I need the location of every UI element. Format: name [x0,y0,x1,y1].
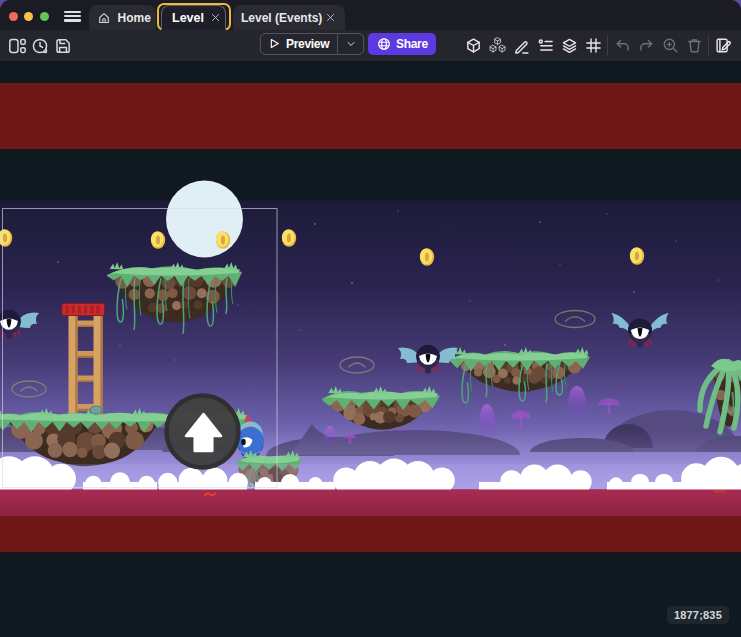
cloud [479,482,503,491]
share-button[interactable]: Share [368,33,436,55]
titlebar: Home Level Level (Events) [0,0,741,30]
tab-close-icon[interactable] [210,12,221,23]
traffic-light-minimize[interactable] [24,12,33,21]
tab-close-icon[interactable] [325,12,336,23]
preview-button-group: Preview [260,33,364,55]
tab-home[interactable]: Home [89,5,156,30]
coordinates-value: 1877;835 [674,609,722,621]
up-arrow-control[interactable] [167,396,239,468]
application-window: Home Level Level (Events) Preview Share [0,0,741,637]
toolbar-right-icons [461,34,735,58]
panel-layout-icon[interactable] [5,34,28,58]
layers-icon[interactable] [557,34,581,58]
toolbar: Preview Share [0,30,741,61]
cube-icon[interactable] [461,34,485,58]
home-icon [97,11,111,25]
preview-options-button[interactable] [337,34,363,54]
undo-icon [610,34,634,58]
traffic-light-close[interactable] [9,12,18,21]
moon[interactable] [166,181,243,258]
traffic-lights [9,12,49,21]
globe-icon [377,37,391,51]
redo-icon [634,34,658,58]
preview-label: Preview [286,37,329,51]
coin[interactable] [216,231,230,249]
coin[interactable] [420,248,434,266]
play-icon [268,37,281,50]
coin[interactable] [151,231,165,249]
share-label: Share [396,37,428,51]
scene-bottom-bands [0,490,741,553]
tab-level-events[interactable]: Level (Events) [233,5,345,30]
zoom-in-icon [658,34,682,58]
toolbar-separator [708,36,709,56]
grid-icon[interactable] [581,34,605,58]
toolbar-left-icons [5,34,74,58]
trash-icon [682,34,706,58]
coin[interactable] [630,247,644,265]
preview-button[interactable]: Preview [261,34,337,54]
coin[interactable] [282,229,296,247]
tab-label: Level (Events) [241,11,322,25]
cursor-coordinates: 1877;835 [667,606,729,624]
toolbar-separator [607,36,608,56]
tab-label: Home [118,11,151,25]
save-icon[interactable] [51,34,74,58]
scene-notes-icon[interactable] [711,34,735,58]
instances-list-icon[interactable] [533,34,557,58]
tab-level[interactable]: Level [161,5,226,30]
chevron-down-icon [345,38,357,50]
traffic-light-maximize[interactable] [40,12,49,21]
menu-hamburger-icon[interactable] [64,11,81,22]
scene-canvas[interactable] [0,61,741,637]
pencil-icon[interactable] [509,34,533,58]
history-icon[interactable] [28,34,51,58]
cloud [309,482,335,491]
tab-focus-ring: Level [157,3,231,31]
tab-label: Level [172,11,204,25]
objects-group-icon[interactable] [485,34,509,58]
